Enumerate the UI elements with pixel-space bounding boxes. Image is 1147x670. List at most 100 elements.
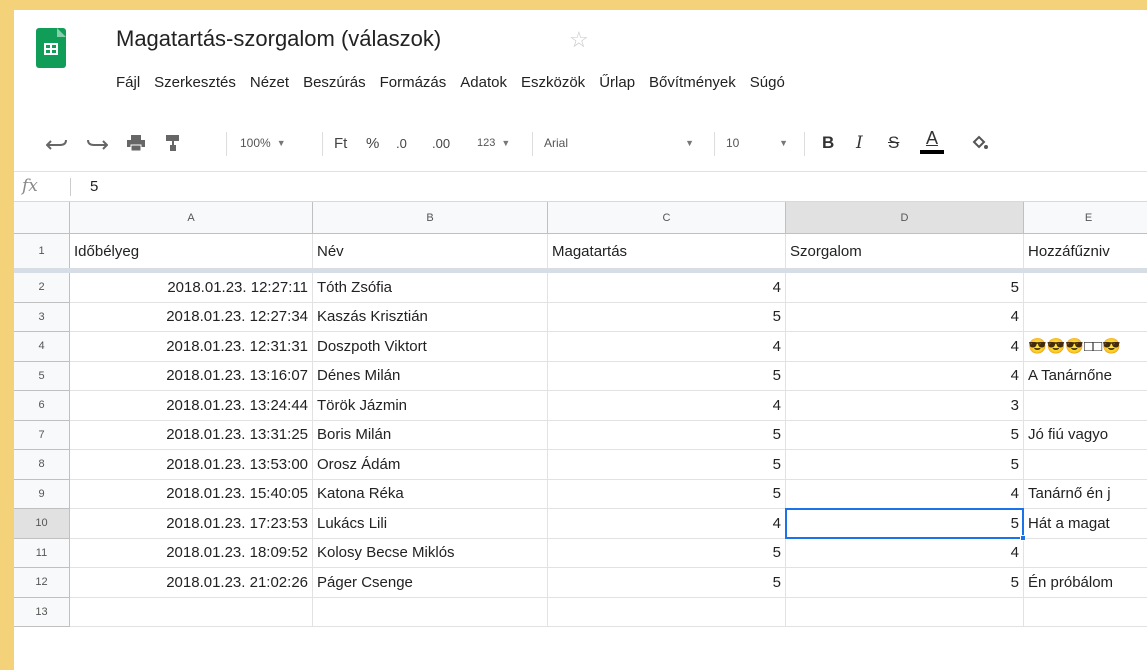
table-cell[interactable] [1024,539,1147,568]
table-cell[interactable]: Tóth Zsófia [313,273,548,303]
row-header[interactable]: 8 [14,450,70,480]
table-cell[interactable]: 5 [548,568,786,598]
row-header[interactable]: 1 [14,234,70,268]
table-cell[interactable]: 5 [548,302,786,332]
table-cell[interactable]: 5 [786,568,1024,598]
currency-format-button[interactable]: Ft [334,130,347,156]
row-header[interactable]: 6 [14,391,70,421]
table-cell[interactable]: 2018.01.23. 13:53:00 [70,450,313,480]
table-cell[interactable]: 4 [786,361,1024,391]
table-cell[interactable] [1024,391,1147,421]
print-icon[interactable] [126,130,146,156]
font-size-select[interactable]: 10 ▼ [726,130,788,156]
table-cell[interactable]: 2018.01.23. 18:09:52 [70,538,313,568]
table-cell[interactable]: 😎😎😎□□😎 [1024,332,1147,362]
table-cell[interactable] [1024,598,1147,627]
table-cell[interactable]: Katona Réka [313,479,548,509]
column-header[interactable]: A [70,202,313,234]
row-header[interactable]: 3 [14,302,70,332]
row-header[interactable]: 10 [14,509,70,539]
column-header[interactable]: B [313,202,548,234]
table-cell[interactable]: 2018.01.23. 13:31:25 [70,420,313,450]
table-cell[interactable]: 2018.01.23. 12:27:11 [70,273,313,303]
fill-color-icon[interactable] [970,130,988,156]
menu-item[interactable]: Űrlap [599,74,635,94]
table-cell[interactable]: Kaszás Krisztián [313,302,548,332]
menu-item[interactable]: Beszúrás [303,74,366,94]
header-cell[interactable]: Hozzáfűzniv [1024,234,1147,268]
sheets-logo-icon[interactable] [36,28,66,68]
table-cell[interactable]: Jó fiú vagyo [1024,421,1147,450]
header-cell[interactable]: Szorgalom [786,234,1024,268]
header-cell[interactable]: Név [313,234,548,268]
table-cell[interactable]: 5 [786,509,1024,539]
font-family-select[interactable]: Arial ▼ [544,130,694,156]
table-cell[interactable]: 2018.01.23. 13:16:07 [70,361,313,391]
text-color-button[interactable]: A [920,128,944,154]
bold-button[interactable]: B [822,130,834,156]
menu-item[interactable]: Súgó [750,74,785,94]
row-header[interactable]: 12 [14,568,70,598]
table-cell[interactable]: 4 [548,332,786,362]
table-cell[interactable]: Lukács Lili [313,509,548,539]
table-cell[interactable] [1024,303,1147,332]
menu-item[interactable]: Adatok [460,74,507,94]
table-cell[interactable] [1024,273,1147,303]
menu-item[interactable]: Formázás [380,74,447,94]
table-cell[interactable]: Boris Milán [313,420,548,450]
row-header[interactable]: 4 [14,332,70,362]
table-cell[interactable]: 5 [548,361,786,391]
table-cell[interactable] [313,597,548,627]
table-cell[interactable]: Páger Csenge [313,568,548,598]
menu-item[interactable]: Bővítmények [649,74,736,94]
table-cell[interactable] [786,597,1024,627]
table-cell[interactable] [1024,450,1147,480]
table-cell[interactable]: 4 [548,509,786,539]
table-cell[interactable]: 4 [786,332,1024,362]
table-cell[interactable]: 4 [786,538,1024,568]
menu-item[interactable]: Eszközök [521,74,585,94]
table-cell[interactable]: 5 [548,420,786,450]
menu-item[interactable]: Szerkesztés [154,74,236,94]
table-cell[interactable]: 5 [548,479,786,509]
paint-format-icon[interactable] [164,130,182,156]
star-icon[interactable]: ☆ [569,27,589,53]
table-cell[interactable] [70,597,313,627]
row-header[interactable]: 7 [14,420,70,450]
italic-button[interactable]: I [856,130,863,156]
table-cell[interactable]: Kolosy Becse Miklós [313,538,548,568]
header-cell[interactable]: Időbélyeg [70,234,313,268]
column-header[interactable]: E [1024,202,1147,234]
table-cell[interactable]: Én próbálom [1024,568,1147,598]
table-cell[interactable]: A Tanárnőne [1024,362,1147,391]
select-all-corner[interactable] [14,202,70,234]
undo-icon[interactable] [46,130,68,156]
row-header[interactable]: 2 [14,273,70,303]
table-cell[interactable]: 4 [548,391,786,421]
table-cell[interactable]: Orosz Ádám [313,450,548,480]
table-cell[interactable]: Dénes Milán [313,361,548,391]
strikethrough-button[interactable]: S [888,130,899,156]
table-cell[interactable]: 5 [786,420,1024,450]
header-cell[interactable]: Magatartás [548,234,786,268]
table-cell[interactable]: 2018.01.23. 21:02:26 [70,568,313,598]
table-cell[interactable]: Hát a magat [1024,509,1147,539]
row-header[interactable]: 11 [14,538,70,568]
table-cell[interactable]: 4 [548,273,786,303]
table-cell[interactable]: 2018.01.23. 12:31:31 [70,332,313,362]
column-header[interactable]: C [548,202,786,234]
percent-format-button[interactable]: % [366,130,379,156]
decrease-decimals-button[interactable]: .0 [396,130,407,156]
table-cell[interactable]: 5 [786,450,1024,480]
table-cell[interactable]: 3 [786,391,1024,421]
table-cell[interactable]: 5 [786,273,1024,303]
formula-input[interactable]: 5 [90,178,98,195]
fill-handle[interactable] [1020,534,1026,541]
table-cell[interactable]: 4 [786,479,1024,509]
table-cell[interactable]: 5 [548,538,786,568]
column-header[interactable]: D [786,202,1024,234]
table-cell[interactable]: Doszpoth Viktort [313,332,548,362]
table-cell[interactable]: 2018.01.23. 17:23:53 [70,509,313,539]
table-cell[interactable]: 4 [786,302,1024,332]
menu-item[interactable]: Nézet [250,74,289,94]
